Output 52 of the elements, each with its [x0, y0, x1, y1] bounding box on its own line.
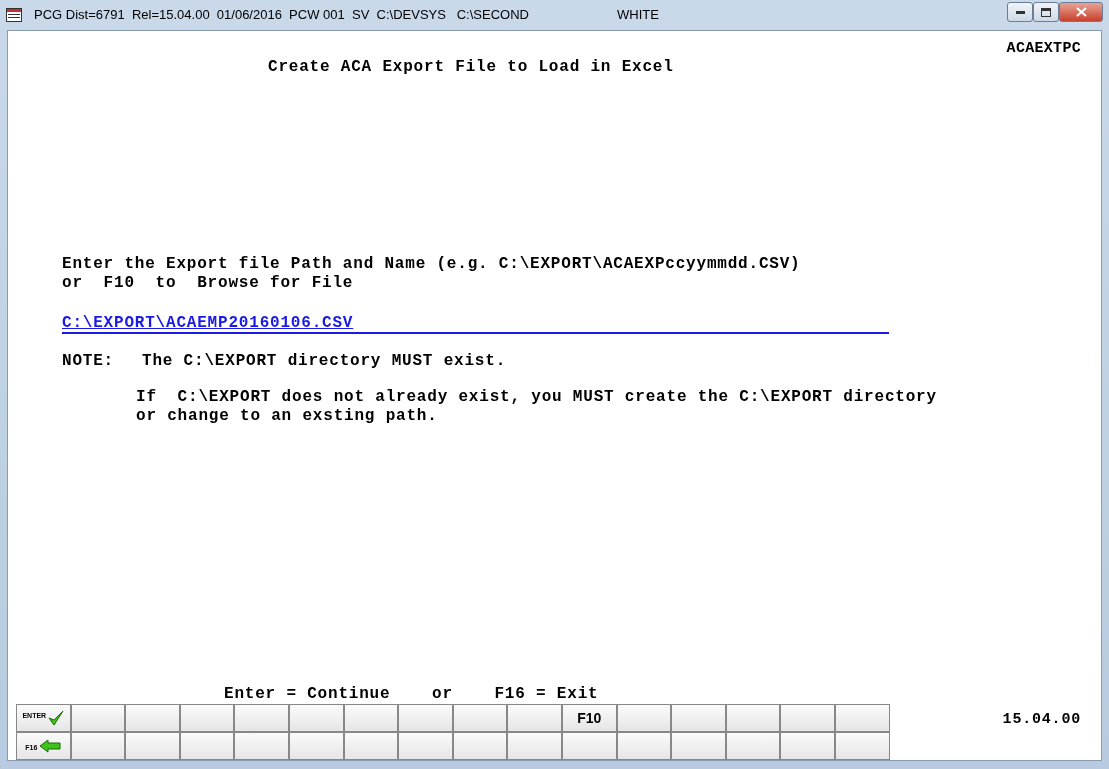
note-text: The C:\EXPORT directory MUST exist.	[142, 352, 507, 371]
function-key[interactable]	[343, 704, 399, 732]
function-key[interactable]	[507, 732, 562, 760]
function-key[interactable]	[671, 704, 726, 732]
app-icon[interactable]	[6, 8, 22, 22]
function-key[interactable]	[616, 732, 672, 760]
function-key[interactable]	[452, 704, 508, 732]
close-button[interactable]	[1059, 2, 1103, 22]
function-key[interactable]	[343, 732, 399, 760]
function-key[interactable]	[671, 732, 726, 760]
note-text: or change to an exsting path.	[136, 407, 439, 426]
function-key[interactable]	[398, 704, 453, 732]
minimize-button[interactable]	[1007, 2, 1033, 22]
function-key[interactable]	[179, 704, 235, 732]
function-key[interactable]	[70, 732, 126, 760]
function-key[interactable]	[780, 732, 835, 760]
checkmark-icon	[48, 710, 65, 726]
function-key[interactable]	[179, 732, 235, 760]
function-key[interactable]	[234, 704, 289, 732]
program-id: ACAEXTPC	[1006, 39, 1081, 58]
screen-title: Create ACA Export File to Load in Excel	[268, 58, 675, 77]
function-key[interactable]	[725, 732, 781, 760]
instruction-text: Enter the Export file Path and Name (e.g. C:\EXPORT\ACAEXPccyymmdd.CSV)	[62, 255, 802, 274]
left-arrow-icon	[39, 739, 62, 753]
function-key[interactable]	[725, 704, 781, 732]
note-text: If C:\EXPORT does not already exist, you MUST create the C:\EXPORT directory	[136, 388, 938, 407]
minimize-icon	[1015, 10, 1025, 14]
user-name: WHITE	[616, 6, 659, 25]
function-key[interactable]	[616, 704, 672, 732]
prompt-text: Enter = Continue or F16 = Exit	[224, 685, 600, 704]
note-label: NOTE:	[62, 352, 114, 371]
function-key[interactable]	[234, 732, 289, 760]
function-key[interactable]	[834, 732, 890, 760]
maximize-icon	[1041, 7, 1051, 17]
function-key[interactable]	[125, 704, 180, 732]
path-input-field[interactable]: C:\EXPORT\ACAEMP20160106.CSV	[62, 314, 889, 334]
function-key[interactable]	[507, 704, 562, 732]
function-key[interactable]	[780, 704, 835, 732]
function-key[interactable]	[398, 732, 453, 760]
function-key[interactable]	[70, 704, 126, 732]
window-title: PCG Dist=6791 Rel=15.04.00 01/06/2016 PCW 001 SV C:\DEVSYS C:\SECOND	[34, 6, 529, 25]
function-key[interactable]	[125, 732, 180, 760]
function-key[interactable]	[288, 704, 344, 732]
function-key[interactable]: F10	[561, 704, 617, 732]
function-key[interactable]	[452, 732, 508, 760]
close-icon	[1075, 7, 1087, 17]
function-key[interactable]	[561, 732, 617, 760]
instruction-text: or F10 to Browse for File	[62, 274, 355, 293]
function-key[interactable]	[834, 704, 890, 732]
maximize-button[interactable]	[1033, 2, 1059, 22]
version-text: 15.04.00	[1002, 710, 1082, 729]
function-key[interactable]	[288, 732, 344, 760]
